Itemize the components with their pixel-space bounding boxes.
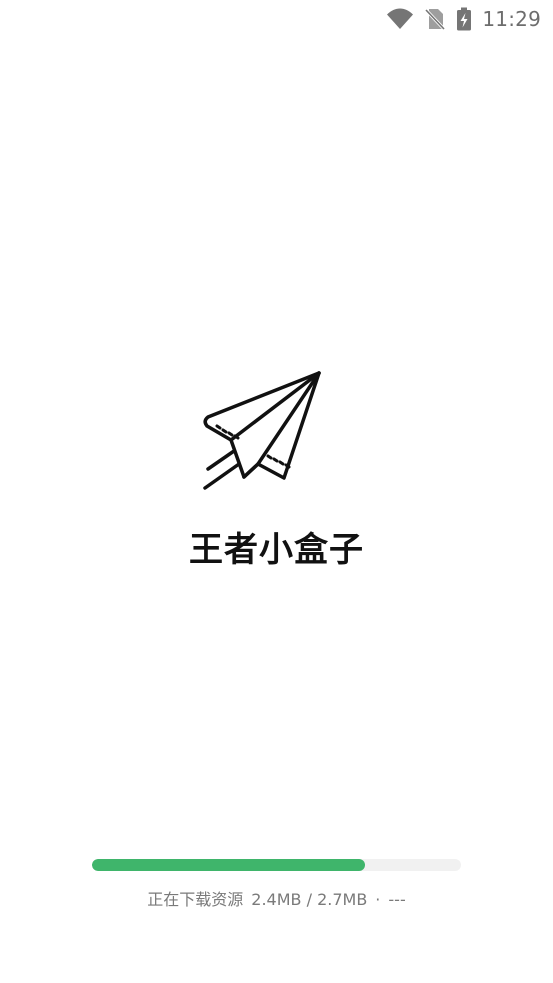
download-progress-fill [92, 859, 366, 871]
status-time: 11:29 [482, 7, 541, 31]
download-progress-bar [92, 859, 461, 871]
wifi-icon [387, 8, 414, 29]
download-status-label: 正在下载资源 [147, 890, 244, 909]
download-separator: · [375, 890, 381, 909]
status-icons: 11:29 [386, 5, 541, 33]
paper-plane-icon [203, 371, 321, 490]
app-title: 王者小盒子 [189, 530, 364, 570]
battery-charging-icon [457, 7, 472, 31]
status-bar: 11:29 [0, 0, 553, 38]
download-status-text: 正在下载资源 2.4MB / 2.7MB · --- [0, 886, 553, 910]
download-speed: --- [388, 890, 406, 909]
no-sim-icon [425, 8, 446, 31]
download-size-progress: 2.4MB / 2.7MB [251, 890, 368, 909]
